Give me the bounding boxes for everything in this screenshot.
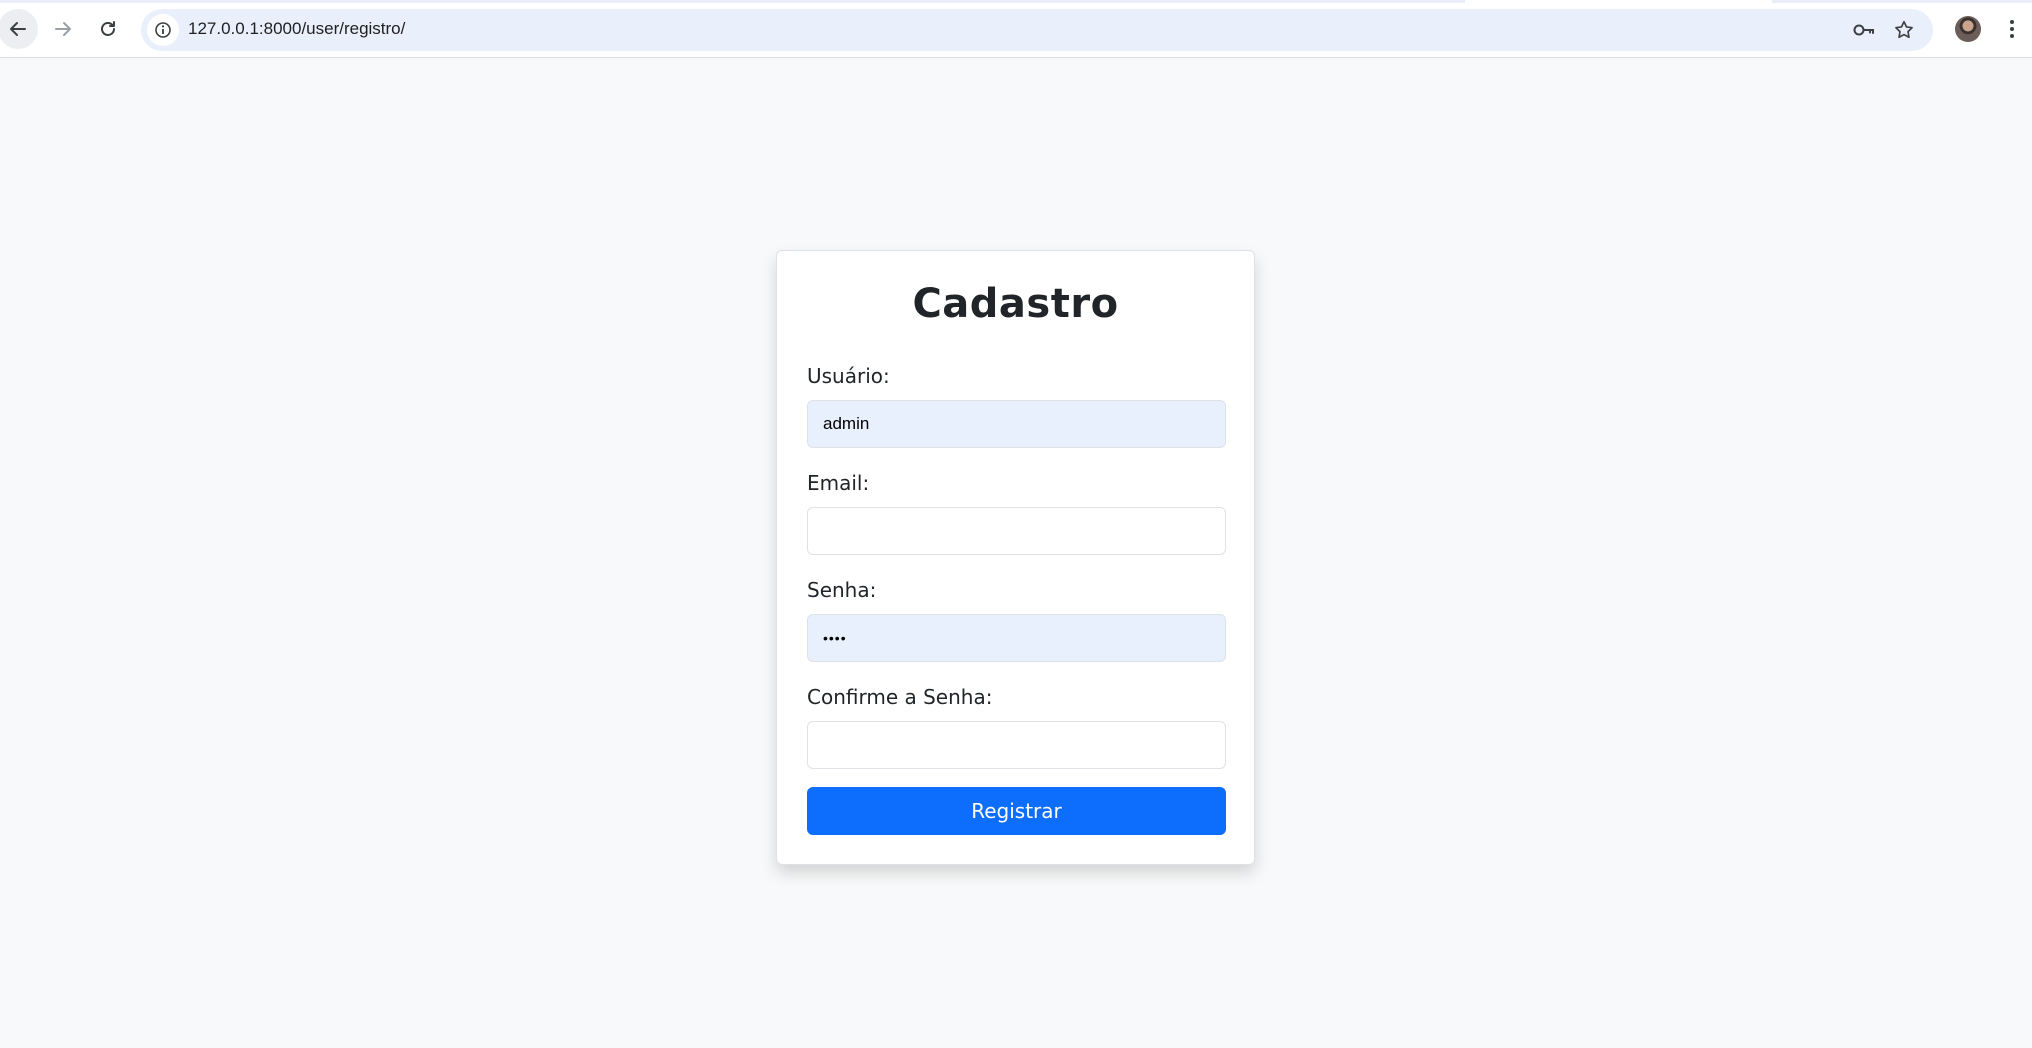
registration-card: Cadastro Usuário: Email: Senha: Confirme… [776,250,1255,865]
arrow-right-icon [55,22,71,36]
username-label: Usuário: [807,364,890,388]
browser-toolbar: 127.0.0.1:8000/user/registro/ [0,0,2032,58]
confirm-password-input[interactable] [807,721,1226,769]
email-label: Email: [807,471,870,495]
password-input[interactable] [807,614,1226,662]
address-bar[interactable]: 127.0.0.1:8000/user/registro/ [141,9,1933,51]
forward-button[interactable] [43,9,83,49]
password-label: Senha: [807,578,877,602]
page-title: Cadastro [912,281,1119,327]
site-info-button[interactable] [147,14,179,46]
more-vert-icon [2010,20,2014,38]
reload-icon [101,21,115,36]
back-button[interactable] [0,9,38,49]
profile-avatar[interactable] [1955,16,1981,42]
url-text[interactable]: 127.0.0.1:8000/user/registro/ [188,19,405,39]
reload-button[interactable] [88,9,128,49]
browser-menu-button[interactable] [2000,14,2024,44]
bookmark-button[interactable] [1891,17,1917,43]
tab-strip-right [1772,0,2032,3]
password-key-button[interactable] [1851,17,1877,43]
tab-strip [0,0,1465,3]
info-icon [155,22,171,38]
email-input[interactable] [807,507,1226,555]
username-input[interactable] [807,400,1226,448]
star-icon [1895,20,1913,39]
confirm-password-label: Confirme a Senha: [807,685,993,709]
key-icon [1853,24,1874,36]
register-button[interactable]: Registrar [807,787,1226,835]
arrow-left-icon [10,22,26,36]
